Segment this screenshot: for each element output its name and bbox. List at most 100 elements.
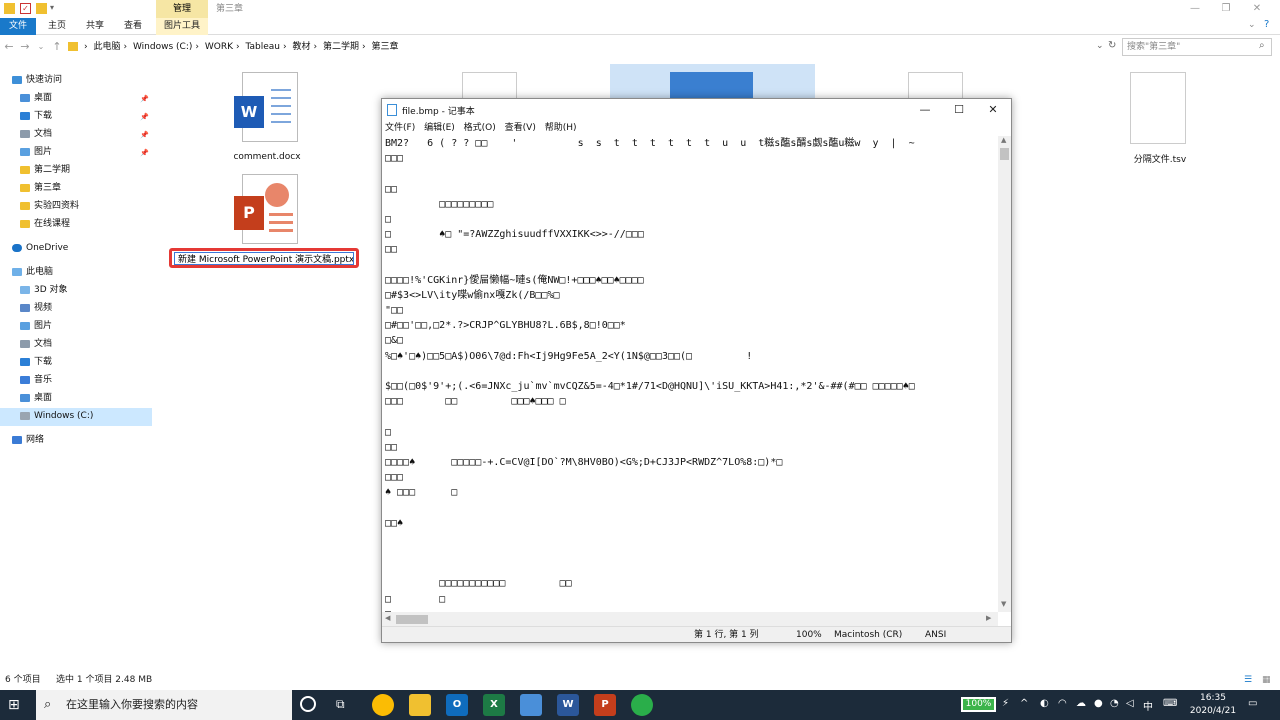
ime-indicator[interactable]: 中	[1143, 698, 1153, 713]
new-folder-icon[interactable]	[36, 3, 47, 14]
menu-file[interactable]: 文件(F)	[385, 123, 415, 133]
scroll-down-icon[interactable]: ▼	[1001, 600, 1006, 608]
scroll-thumb[interactable]	[396, 615, 428, 624]
nav-item-3d[interactable]: 3D 对象	[20, 281, 68, 299]
breadcrumb-item[interactable]: 第二学期	[323, 42, 359, 52]
notification-icon[interactable]: ▭	[1248, 698, 1257, 709]
excel-icon[interactable]: X	[483, 694, 505, 716]
nav-item-lab4[interactable]: 实验四资料	[20, 197, 79, 215]
address-dropdown-icon[interactable]: ⌄	[1096, 41, 1104, 51]
up-arrow-icon[interactable]: ↑	[50, 37, 64, 57]
help-icon[interactable]: ?	[1264, 19, 1269, 30]
keyboard-icon[interactable]: ⌨	[1163, 698, 1177, 709]
breadcrumb-item[interactable]: WORK	[205, 42, 233, 52]
nav-network[interactable]: 网络	[12, 431, 44, 449]
task-view-icon[interactable]: ⧉	[336, 697, 345, 712]
nav-quick-access[interactable]: 快速访问	[12, 71, 62, 89]
pin-icon[interactable]: 📌	[140, 95, 149, 103]
nav-this-pc[interactable]: 此电脑	[12, 263, 53, 281]
notepad-text-area[interactable]: BM2? 6 ( ? ? □□ ' s s t t t t t t u u t糍…	[382, 136, 998, 612]
scroll-thumb[interactable]	[1000, 148, 1009, 160]
menu-format[interactable]: 格式(O)	[464, 123, 496, 133]
file-comment-docx[interactable]: W comment.docx	[222, 68, 312, 166]
menu-view[interactable]: 查看(V)	[505, 123, 536, 133]
tab-picture-tools[interactable]: 图片工具	[156, 18, 208, 35]
headset-icon[interactable]: ◠	[1058, 698, 1067, 709]
refresh-icon[interactable]: ↻	[1108, 40, 1116, 51]
selected-image-file[interactable]	[610, 64, 815, 100]
menu-help[interactable]: 帮助(H)	[545, 123, 577, 133]
nav-item-downloads[interactable]: 下载	[20, 107, 52, 125]
close-icon[interactable]: ✕	[1240, 0, 1274, 18]
close-icon[interactable]: ✕	[976, 99, 1010, 121]
nav-item-pictures[interactable]: 图片	[20, 143, 52, 161]
clock[interactable]: 16:35 2020/4/21	[1184, 692, 1242, 718]
nav-item-online-course[interactable]: 在线课程	[20, 215, 70, 233]
forward-arrow-icon[interactable]: →	[18, 37, 32, 57]
search-input[interactable]: 搜索"第三章"	[1122, 38, 1272, 56]
nav-onedrive[interactable]: OneDrive	[12, 239, 68, 257]
back-arrow-icon[interactable]: ←	[2, 37, 16, 57]
maximize-icon[interactable]: ☐	[942, 99, 976, 121]
wifi-icon[interactable]: ◔	[1110, 698, 1119, 709]
expand-tray-icon[interactable]: ^	[1020, 698, 1028, 709]
scroll-up-icon[interactable]: ▲	[1001, 136, 1006, 144]
notepad-title-bar[interactable]: file.bmp - 记事本 — ☐ ✕	[382, 99, 1011, 121]
details-view-icon[interactable]: ☰	[1244, 672, 1252, 688]
recent-dropdown-icon[interactable]: ⌄	[34, 37, 48, 57]
menu-edit[interactable]: 编辑(E)	[424, 123, 455, 133]
file-explorer-icon[interactable]	[409, 694, 431, 716]
vertical-scrollbar[interactable]: ▲ ▼	[998, 136, 1011, 612]
breadcrumb-item[interactable]: 此电脑	[93, 42, 120, 52]
pin-icon[interactable]: 📌	[140, 113, 149, 121]
breadcrumb-item[interactable]: 教材	[292, 42, 310, 52]
nav-item-semester2[interactable]: 第二学期	[20, 161, 70, 179]
minimize-icon[interactable]: —	[908, 99, 942, 121]
file-icon[interactable]	[908, 72, 963, 100]
horizontal-scrollbar[interactable]: ◀ ▶	[382, 612, 998, 626]
word-icon[interactable]: W	[557, 694, 579, 716]
battery-indicator[interactable]: 100%	[961, 697, 996, 712]
nav-item-documents[interactable]: 文档	[20, 125, 52, 143]
rename-input[interactable]	[174, 252, 354, 265]
tray-app-icon[interactable]: ◐	[1040, 698, 1049, 709]
breadcrumb-item[interactable]: 第三章	[371, 42, 398, 52]
breadcrumb[interactable]: › 此电脑 › Windows (C:) › WORK › Tableau › 教材 › …	[84, 40, 1124, 54]
nav-item-chapter3[interactable]: 第三章	[20, 179, 61, 197]
volume-icon[interactable]: ◁	[1126, 698, 1134, 709]
maximize-icon[interactable]: ❐	[1209, 0, 1243, 18]
cortana-icon[interactable]	[300, 696, 316, 712]
outlook-icon[interactable]: O	[446, 694, 468, 716]
qat-dropdown-icon[interactable]: ▾	[50, 3, 54, 12]
scroll-right-icon[interactable]: ▶	[986, 614, 991, 622]
wechat-icon[interactable]	[631, 694, 653, 716]
windows-start-icon[interactable]: ⊞	[8, 697, 24, 713]
breadcrumb-item[interactable]: Windows (C:)	[133, 42, 192, 52]
large-icons-view-icon[interactable]: ▦	[1262, 672, 1271, 688]
nav-item-pc-downloads[interactable]: 下载	[20, 353, 52, 371]
properties-icon[interactable]: ✓	[20, 3, 31, 14]
tab-file[interactable]: 文件	[0, 18, 36, 35]
scroll-left-icon[interactable]: ◀	[385, 614, 390, 622]
nav-item-desktop[interactable]: 桌面	[20, 89, 52, 107]
pin-icon[interactable]: 📌	[140, 149, 149, 157]
powerpoint-icon[interactable]: P	[594, 694, 616, 716]
chrome-icon[interactable]	[372, 694, 394, 716]
notepad-icon[interactable]	[520, 694, 542, 716]
file-icon[interactable]	[462, 72, 517, 100]
breadcrumb-item[interactable]: Tableau	[245, 42, 280, 52]
nav-item-videos[interactable]: 视频	[20, 299, 52, 317]
tab-share[interactable]: 共享	[78, 18, 112, 35]
tab-home[interactable]: 主页	[40, 18, 74, 35]
minimize-icon[interactable]: —	[1178, 0, 1212, 18]
tray-app-icon[interactable]: ●	[1094, 698, 1103, 709]
expand-ribbon-icon[interactable]: ⌄	[1248, 20, 1256, 30]
nav-item-drive-c[interactable]: Windows (C:)	[20, 407, 93, 425]
nav-item-music[interactable]: 音乐	[20, 371, 52, 389]
nav-item-pc-desktop[interactable]: 桌面	[20, 389, 52, 407]
tray-app-icon[interactable]: ☁	[1076, 698, 1086, 709]
file-tsv[interactable]: 分隔文件.tsv	[1115, 68, 1205, 166]
pin-icon[interactable]: 📌	[140, 131, 149, 139]
nav-item-pc-pictures[interactable]: 图片	[20, 317, 52, 335]
taskbar-search-input[interactable]: 在这里输入你要搜索的内容	[36, 690, 292, 720]
